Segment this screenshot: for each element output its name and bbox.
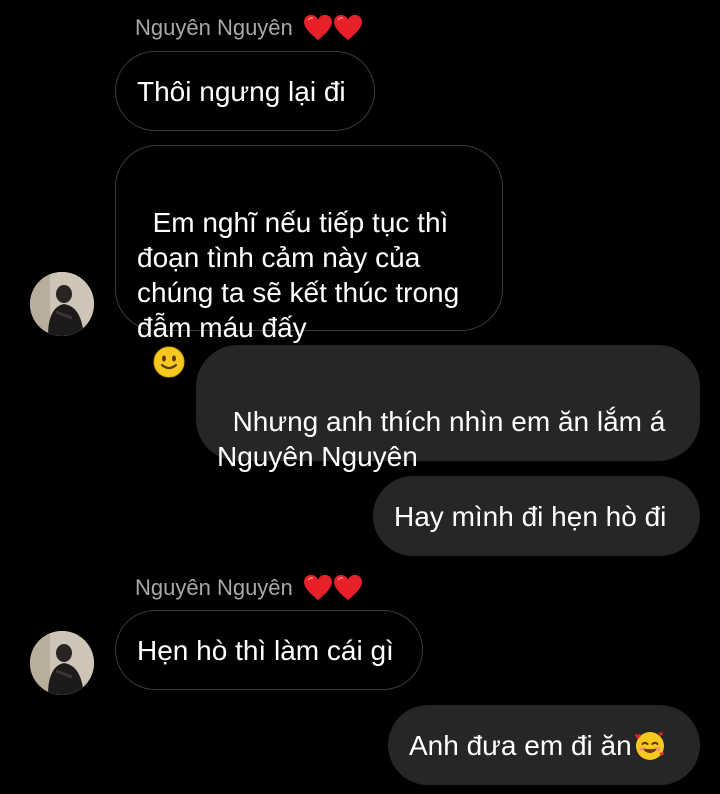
heart-icon [303,14,332,41]
message-text: Hẹn hò thì làm cái gì [137,634,394,666]
message-bubble-incoming[interactable]: Hẹn hò thì làm cái gì [115,610,423,690]
message-text: Hay mình đi hẹn hò đi [394,500,667,532]
avatar[interactable] [30,631,94,695]
message-text: Anh đưa em đi ăn [409,729,632,761]
slightly-smiling-face-icon [153,346,185,378]
avatar-photo-icon [30,272,94,336]
message-bubble-outgoing[interactable]: Nhưng anh thích nhìn em ăn lắm á Nguyên … [196,345,700,472]
message-bubble-incoming[interactable]: Em nghĩ nếu tiếp tục thì đoạn tình cảm n… [115,145,503,378]
sender-hearts [303,574,363,602]
message-text: Em nghĩ nếu tiếp tục thì đoạn tình cảm n… [137,207,460,343]
heart-icon [333,574,362,601]
message-text: Nhưng anh thích nhìn em ăn lắm á Nguyên … [217,406,666,472]
message-bubble-outgoing[interactable]: Hay mình đi hẹn hò đi [373,476,700,556]
sender-hearts [303,14,363,42]
message-bubble-outgoing[interactable]: Anh đưa em đi ăn [388,705,700,785]
sender-name-header: Nguyên Nguyên [135,574,363,602]
sender-name: Nguyên Nguyên [135,15,293,40]
avatar-photo-icon [30,631,94,695]
message-text: Thôi ngưng lại đi [137,75,346,107]
message-bubble-incoming[interactable]: Thôi ngưng lại đi [115,51,375,131]
heart-icon [303,574,332,601]
sender-name-header: Nguyên Nguyên [135,14,363,42]
avatar[interactable] [30,272,94,336]
smiling-face-with-hearts-icon [634,732,664,760]
heart-icon [333,14,362,41]
sender-name: Nguyên Nguyên [135,575,293,600]
